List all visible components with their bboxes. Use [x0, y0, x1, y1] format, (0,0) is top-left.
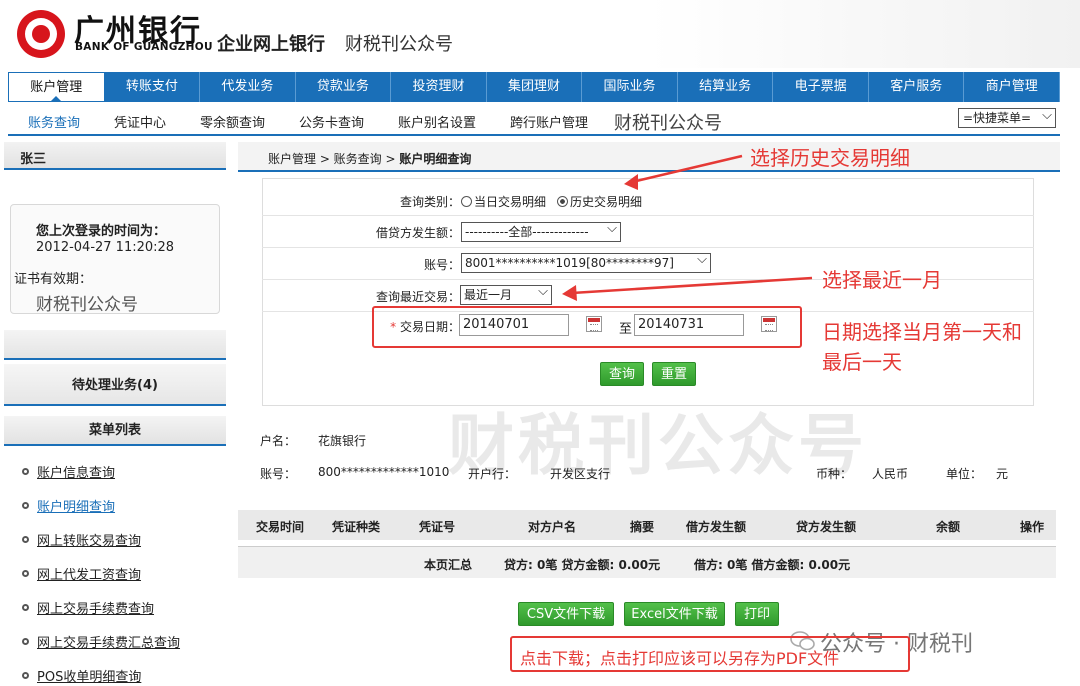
- main-nav: 账户管理 转账支付 代发业务 贷款业务 投资理财 集团理财 国际业务 结算业务 …: [8, 72, 1061, 102]
- subnav-zero-balance[interactable]: 零余额查询: [200, 112, 265, 131]
- query-button[interactable]: 查询: [600, 362, 644, 386]
- amount-select[interactable]: ----------全部-------------: [461, 220, 621, 242]
- recent-label: 查询最近交易：: [375, 290, 460, 304]
- sidebar-divider: [4, 330, 226, 360]
- main-tab-merchant[interactable]: 商户管理: [964, 72, 1061, 102]
- main-tab-ebill[interactable]: 电子票据: [773, 72, 869, 102]
- col-time: 交易时间: [256, 520, 305, 534]
- bank-branch-value: 开发区支行: [550, 467, 611, 481]
- date-highlight-box: [372, 306, 802, 348]
- bullet-icon: [22, 672, 29, 679]
- summary-label: 本页汇总: [424, 558, 473, 572]
- col-debit: 借方发生额: [686, 520, 747, 534]
- breadcrumb: 账户管理 > 账务查询 > 账户明细查询: [238, 142, 1060, 172]
- summary-credit: 贷方: 0笔 贷方金额: 0.00元: [504, 558, 661, 572]
- summary-row: 本页汇总 贷方: 0笔 贷方金额: 0.00元 借方: 0笔 借方金额: 0.0…: [238, 546, 1056, 578]
- menu-item-account-info[interactable]: 账户信息查询: [22, 462, 115, 481]
- main-tab-service[interactable]: 客户服务: [869, 72, 965, 102]
- menu-item-fee-query[interactable]: 网上交易手续费查询: [22, 598, 154, 617]
- account-name-value: 花旗银行: [318, 434, 367, 448]
- subnav-account-query[interactable]: 账务查询: [28, 112, 80, 131]
- col-voucher-type: 凭证种类: [332, 520, 381, 534]
- bullet-icon: [22, 570, 29, 577]
- radio-history[interactable]: 历史交易明细: [557, 193, 642, 210]
- annotation-recent: 选择最近一月: [822, 268, 942, 292]
- main-tab-settlement[interactable]: 结算业务: [678, 72, 774, 102]
- radio-off-icon: [461, 196, 472, 207]
- table-header: 交易时间 凭证种类 凭证号 对方户名 摘要 借方发生额 贷方发生额 余额 操作: [238, 510, 1056, 540]
- breadcrumb-current: 账户明细查询: [399, 152, 472, 166]
- bank-logo-icon: [17, 10, 65, 58]
- annotation-date-2: 最后一天: [822, 350, 902, 374]
- recent-select[interactable]: 最近一月: [460, 283, 552, 305]
- bullet-icon: [22, 502, 29, 509]
- cert-label: 证书有效期：: [14, 272, 93, 287]
- col-voucher-no: 凭证号: [419, 520, 456, 534]
- menu-item-fee-summary[interactable]: 网上交易手续费汇总查询: [22, 632, 180, 651]
- main-tab-intl[interactable]: 国际业务: [582, 72, 678, 102]
- menu-item-payroll-query[interactable]: 网上代发工资查询: [22, 564, 141, 583]
- radio-today[interactable]: 当日交易明细: [461, 193, 546, 210]
- header: 广州银行 BANK OF GUANGZHOU 企业网上银行 财税刊公众号: [0, 0, 1080, 68]
- main-tab-account[interactable]: 账户管理: [8, 72, 105, 102]
- radio-on-icon: [557, 196, 568, 207]
- main-tab-group[interactable]: 集团理财: [487, 72, 583, 102]
- col-balance: 余额: [936, 520, 961, 534]
- subnav-cross-bank[interactable]: 跨行账户管理: [510, 112, 588, 131]
- logo-english: BANK OF GUANGZHOU: [75, 41, 213, 53]
- bullet-icon: [22, 468, 29, 475]
- quick-menu-select[interactable]: =快捷菜单=: [958, 107, 1056, 128]
- amount-label: 借贷方发生额：: [375, 226, 460, 240]
- subnav-voucher[interactable]: 凭证中心: [114, 112, 166, 131]
- bullet-icon: [22, 536, 29, 543]
- annotation-date-1: 日期选择当月第一天和: [822, 320, 1022, 344]
- main-tab-payroll[interactable]: 代发业务: [200, 72, 296, 102]
- main-tab-transfer[interactable]: 转账支付: [105, 72, 201, 102]
- menu-header: 菜单列表: [4, 416, 226, 446]
- bullet-icon: [22, 604, 29, 611]
- col-credit: 贷方发生额: [796, 520, 857, 534]
- sub-nav: 账务查询 凭证中心 零余额查询 公务卡查询 账户别名设置 跨行账户管理 财税刊公…: [8, 104, 1060, 136]
- subnav-alias[interactable]: 账户别名设置: [398, 112, 476, 131]
- annotation-download: 点击下载；点击打印应该可以另存为PDF文件: [520, 649, 840, 668]
- reset-button[interactable]: 重置: [652, 362, 696, 386]
- account-select[interactable]: 8001**********1019[80********97]: [461, 251, 711, 273]
- col-summary: 摘要: [630, 520, 655, 534]
- last-login-time: 2012-04-27 11:20:28: [36, 240, 175, 255]
- main-tab-loan[interactable]: 贷款业务: [296, 72, 392, 102]
- subnav-official-card[interactable]: 公务卡查询: [299, 112, 364, 131]
- unit-value: 元: [996, 467, 1009, 481]
- bullet-icon: [22, 638, 29, 645]
- print-button[interactable]: 打印: [735, 602, 779, 626]
- summary-debit: 借方: 0笔 借方金额: 0.00元: [694, 558, 851, 572]
- sidebar-watermark: 财税刊公众号: [36, 295, 138, 315]
- account-number-value: 800*************1010: [318, 465, 450, 479]
- col-counterparty: 对方户名: [528, 520, 577, 534]
- menu-item-transfer-query[interactable]: 网上转账交易查询: [22, 530, 141, 549]
- csv-download-button[interactable]: CSV文件下载: [518, 602, 614, 626]
- account-label: 账号：: [423, 258, 460, 272]
- pending-business[interactable]: 待处理业务(4): [4, 364, 226, 406]
- excel-download-button[interactable]: Excel文件下载: [624, 602, 725, 626]
- col-action: 操作: [1020, 520, 1045, 534]
- last-login-label: 您上次登录的时间为：: [36, 224, 167, 239]
- annotation-history: 选择历史交易明细: [750, 146, 910, 170]
- header-watermark: 财税刊公众号: [345, 34, 453, 55]
- query-type-label: 查询类别：: [399, 195, 460, 209]
- menu-item-pos-query[interactable]: POS收单明细查询: [22, 666, 141, 685]
- main-tab-invest[interactable]: 投资理财: [391, 72, 487, 102]
- subnav-watermark: 财税刊公众号: [614, 113, 722, 134]
- menu-item-account-detail[interactable]: 账户明细查询: [22, 496, 115, 515]
- app-title: 企业网上银行: [217, 34, 325, 55]
- sidebar-username: 张三: [4, 142, 226, 170]
- currency-value: 人民币: [872, 467, 909, 481]
